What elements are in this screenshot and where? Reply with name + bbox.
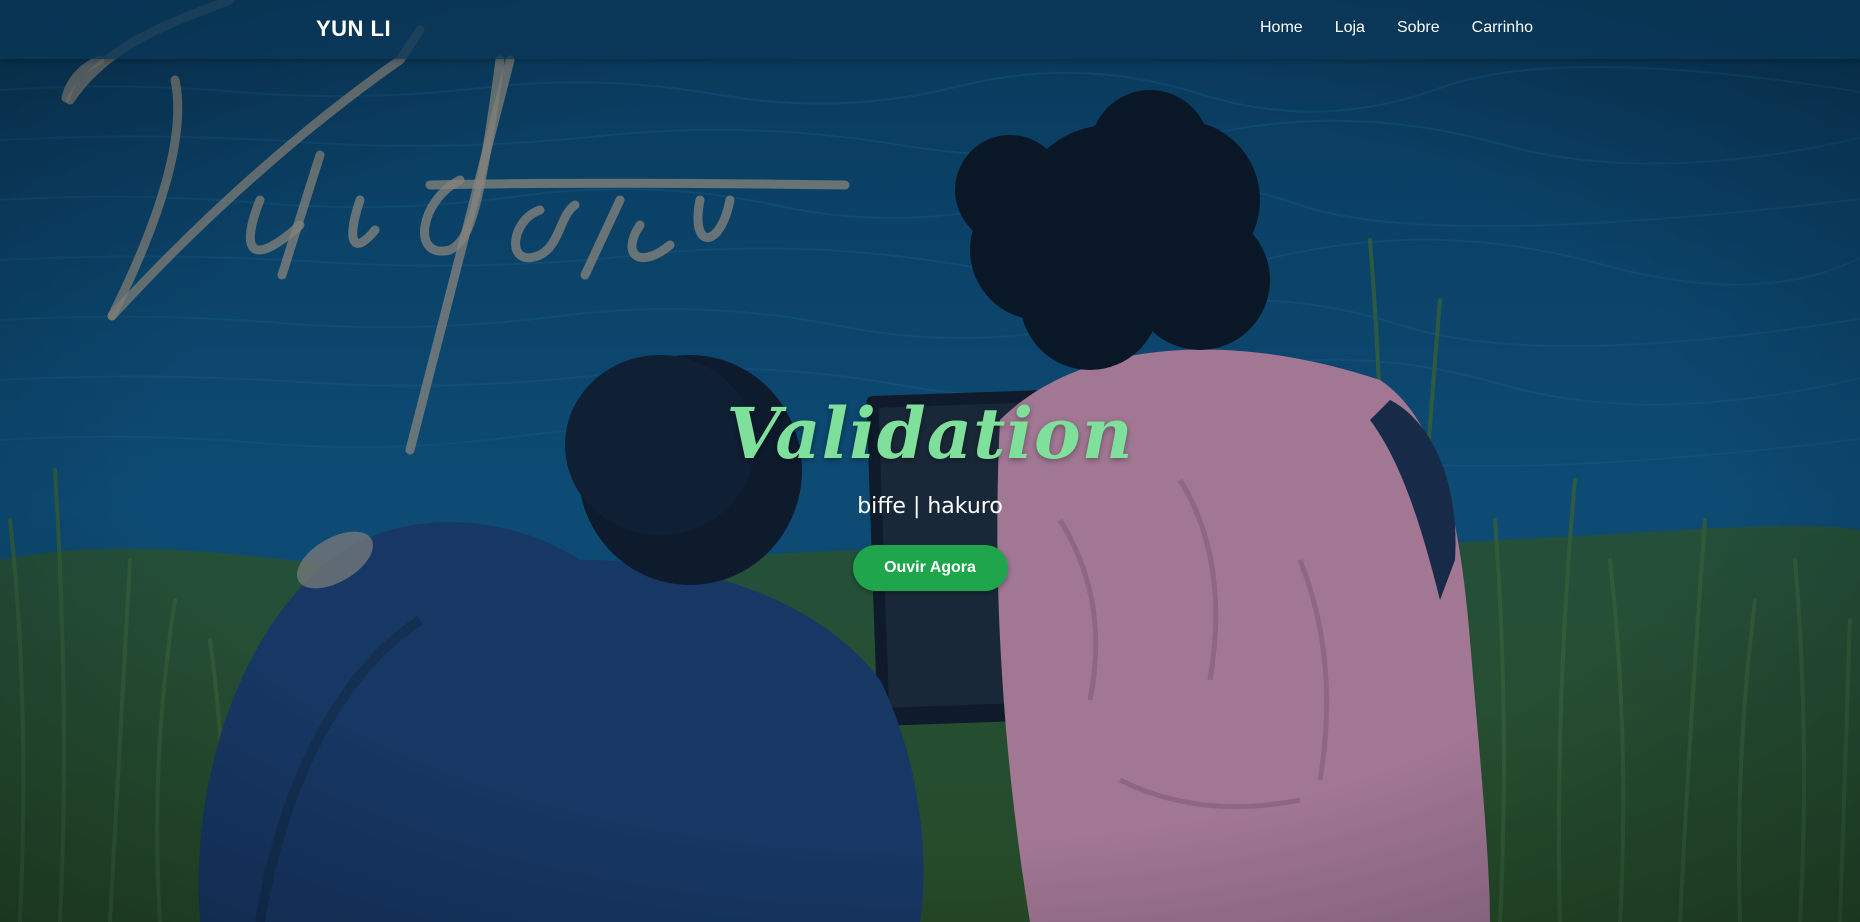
listen-now-button[interactable]: Ouvir Agora	[852, 545, 1008, 591]
nav-item-carrinho: Carrinho	[1472, 19, 1533, 37]
nav-link-loja[interactable]: Loja	[1335, 19, 1365, 36]
nav-item-sobre: Sobre	[1397, 19, 1440, 37]
nav-link-carrinho[interactable]: Carrinho	[1472, 19, 1533, 36]
hero-section: YUN LI Home Loja Sobre Carrinho Validati…	[0, 0, 1860, 922]
top-navbar: YUN LI Home Loja Sobre Carrinho	[0, 0, 1860, 59]
nav-menu: Home Loja Sobre Carrinho	[1260, 19, 1533, 37]
nav-link-home[interactable]: Home	[1260, 19, 1303, 36]
nav-item-home: Home	[1260, 19, 1303, 37]
nav-item-loja: Loja	[1335, 19, 1365, 37]
nav-link-sobre[interactable]: Sobre	[1397, 19, 1440, 36]
hero-artists: biffe | hakuro	[857, 494, 1003, 519]
hero-content: Validation biffe | hakuro Ouvir Agora	[0, 392, 1860, 591]
brand-logo[interactable]: YUN LI	[316, 16, 391, 42]
hero-title: Validation	[726, 392, 1134, 475]
